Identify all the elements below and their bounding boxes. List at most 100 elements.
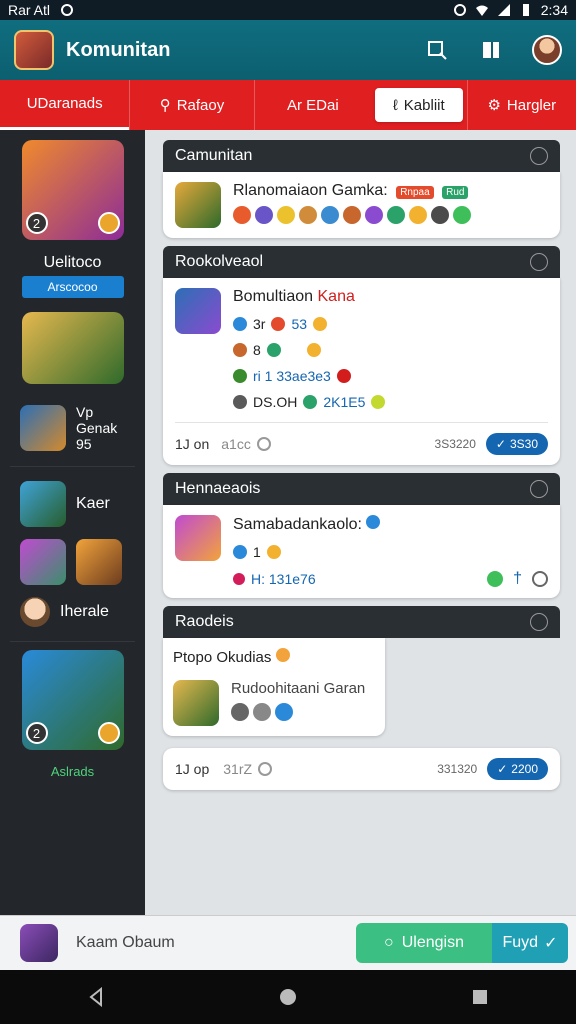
post-card[interactable]: Samabadankaolo: 1 H: 131e76 † [163, 505, 560, 598]
emoji-icon [431, 206, 449, 224]
footer-label[interactable]: 1J op [175, 761, 209, 777]
system-nav-bar [0, 970, 576, 1024]
stat-text: DS.OH [253, 394, 298, 410]
sidebar-footer[interactable]: Aslrads [0, 764, 145, 779]
sidebar-card-pill[interactable]: Arscocoo [21, 276, 124, 298]
sidebar-item-iherale[interactable]: Iherale [0, 591, 145, 633]
sidebar-card-uelitoco[interactable]: 2 Uelitoco Arscocoo [0, 140, 145, 298]
bottom-actions: ○ Ulengisn Fuyd ✓ [356, 923, 568, 963]
user-avatar[interactable] [20, 924, 58, 962]
stat-text: 3r [253, 316, 266, 332]
section-header[interactable]: Rookolveaol [163, 246, 560, 278]
chevron-icon[interactable] [530, 613, 548, 631]
sidebar-card-3[interactable]: 2 [0, 650, 145, 750]
coin-icon [97, 212, 120, 234]
character-art [21, 312, 124, 384]
emoji-icon [275, 648, 290, 662]
chevron-icon[interactable] [530, 480, 548, 498]
signal-icon [497, 4, 510, 16]
emoji-icon [233, 395, 247, 409]
alarm-icon [453, 4, 466, 16]
reader-card[interactable]: Ptopo Okudias Rudoohitaani Garan [163, 638, 385, 736]
summary-card[interactable]: 1J op 31rZ 331320 ✓ 2200 [163, 748, 560, 790]
coin-icon [97, 722, 120, 744]
emoji-icon [336, 369, 351, 383]
action-button[interactable]: ✓ 2200 [487, 758, 548, 780]
action-button[interactable]: ✓ 3S30 [485, 433, 548, 455]
tab-kabliit[interactable]: ℓ Kabliit [375, 88, 463, 122]
dot-icon [233, 573, 245, 585]
chevron-icon[interactable] [530, 147, 548, 165]
tag: Rud [442, 186, 469, 199]
sidebar-item-vp[interactable]: Vp Genak 95 [0, 398, 145, 458]
info-icon [233, 317, 247, 331]
app-bar: Komunitan [0, 20, 576, 80]
emoji-icon [306, 343, 321, 357]
emoji-icon [371, 395, 386, 409]
chevron-down-icon: ✓ [544, 935, 558, 952]
bottom-action-bar: Kaam Obaum ○ Ulengisn Fuyd ✓ [0, 915, 576, 970]
character-thumb [76, 539, 122, 585]
character-thumb [20, 481, 66, 527]
profile-avatar[interactable] [532, 35, 562, 65]
card-title: Samabadankaolo: [233, 516, 362, 533]
emoji-icon[interactable] [532, 571, 548, 587]
emoji-icon [313, 317, 328, 331]
stat-value: H: 131e76 [251, 571, 316, 587]
home-icon[interactable] [273, 982, 303, 1012]
card-title: Ptopo Okudias [173, 649, 272, 666]
button-label: Fuyd [502, 934, 539, 951]
button-label: 3S30 [509, 437, 538, 451]
footer-meta: 31rZ [223, 761, 253, 777]
community-card[interactable]: Rlanomaiaon Gamka: Rnpaa Rud [163, 172, 560, 238]
section-header[interactable]: Camunitan [163, 140, 560, 172]
stat-line: 3r 53 [233, 316, 548, 332]
check-icon: ✓ [495, 437, 506, 451]
star-icon [233, 343, 247, 357]
tab-bar: UDaranads ⚲ Rafaoy Ar EDai ℓ Kabliit ⚙ Harg… [0, 80, 576, 130]
app-avatar[interactable] [14, 30, 54, 70]
back-icon[interactable] [81, 982, 111, 1012]
chevron-icon[interactable] [530, 253, 548, 271]
emoji-icon [303, 395, 318, 409]
tab-udaranads[interactable]: UDaranads [0, 80, 130, 130]
emoji-icon[interactable] [487, 571, 504, 587]
footer-label[interactable]: 1J on [175, 436, 209, 452]
search-icon[interactable] [424, 37, 450, 63]
section-header[interactable]: Hennaeaois [163, 473, 560, 505]
emoji-icon [343, 206, 361, 224]
button-label: 2200 [511, 762, 538, 776]
emoji-icon [275, 703, 293, 721]
character-thumb [175, 288, 221, 334]
emoji-icon [321, 206, 339, 224]
emoji-icon [231, 703, 249, 721]
recents-icon[interactable] [465, 982, 495, 1012]
tab-ar-edai[interactable]: Ar EDai [253, 80, 371, 130]
tab-rafaoy[interactable]: ⚲ Rafaoy [129, 80, 253, 130]
section-header[interactable]: Raodeis [163, 606, 560, 638]
sidebar-item-kaer[interactable]: Kaer [0, 475, 145, 533]
footer-number: 331320 [437, 762, 478, 776]
emoji-icon [266, 545, 281, 559]
sidebar-item-subtitle: Genak [76, 420, 118, 436]
bottom-left-button[interactable]: ○ Ulengisn [356, 923, 492, 963]
settings-icon: ⚙ [487, 97, 501, 114]
character-art: 2 [21, 140, 124, 240]
post-card[interactable]: Bomultiaon Kana 3r 53 8 ri 1 33ae3e3 DS.… [163, 278, 560, 465]
bottom-right-button[interactable]: Fuyd ✓ [492, 923, 568, 963]
section-title: Hennaeaois [175, 480, 261, 497]
bottom-text: Kaam Obaum [76, 934, 175, 951]
bookmark-icon[interactable] [478, 37, 504, 63]
stat-line: 8 [233, 342, 548, 358]
emoji-icon [365, 206, 383, 224]
sidebar-card-2[interactable] [0, 312, 145, 384]
card-footer: 1J on a1cc 3S3220 ✓ 3S30 [175, 422, 548, 455]
cross-icon[interactable]: † [513, 570, 522, 588]
section-title: Camunitan [175, 147, 253, 164]
tab-hargler[interactable]: ⚙ Hargler [466, 80, 576, 130]
stat-line: ri 1 33ae3e3 [233, 368, 548, 384]
character-art: 2 [21, 650, 124, 750]
status-left-text: Rar Atl [8, 2, 51, 18]
sidebar-item-duo[interactable] [0, 533, 145, 591]
sidebar-item-label: Kaer [76, 495, 110, 512]
